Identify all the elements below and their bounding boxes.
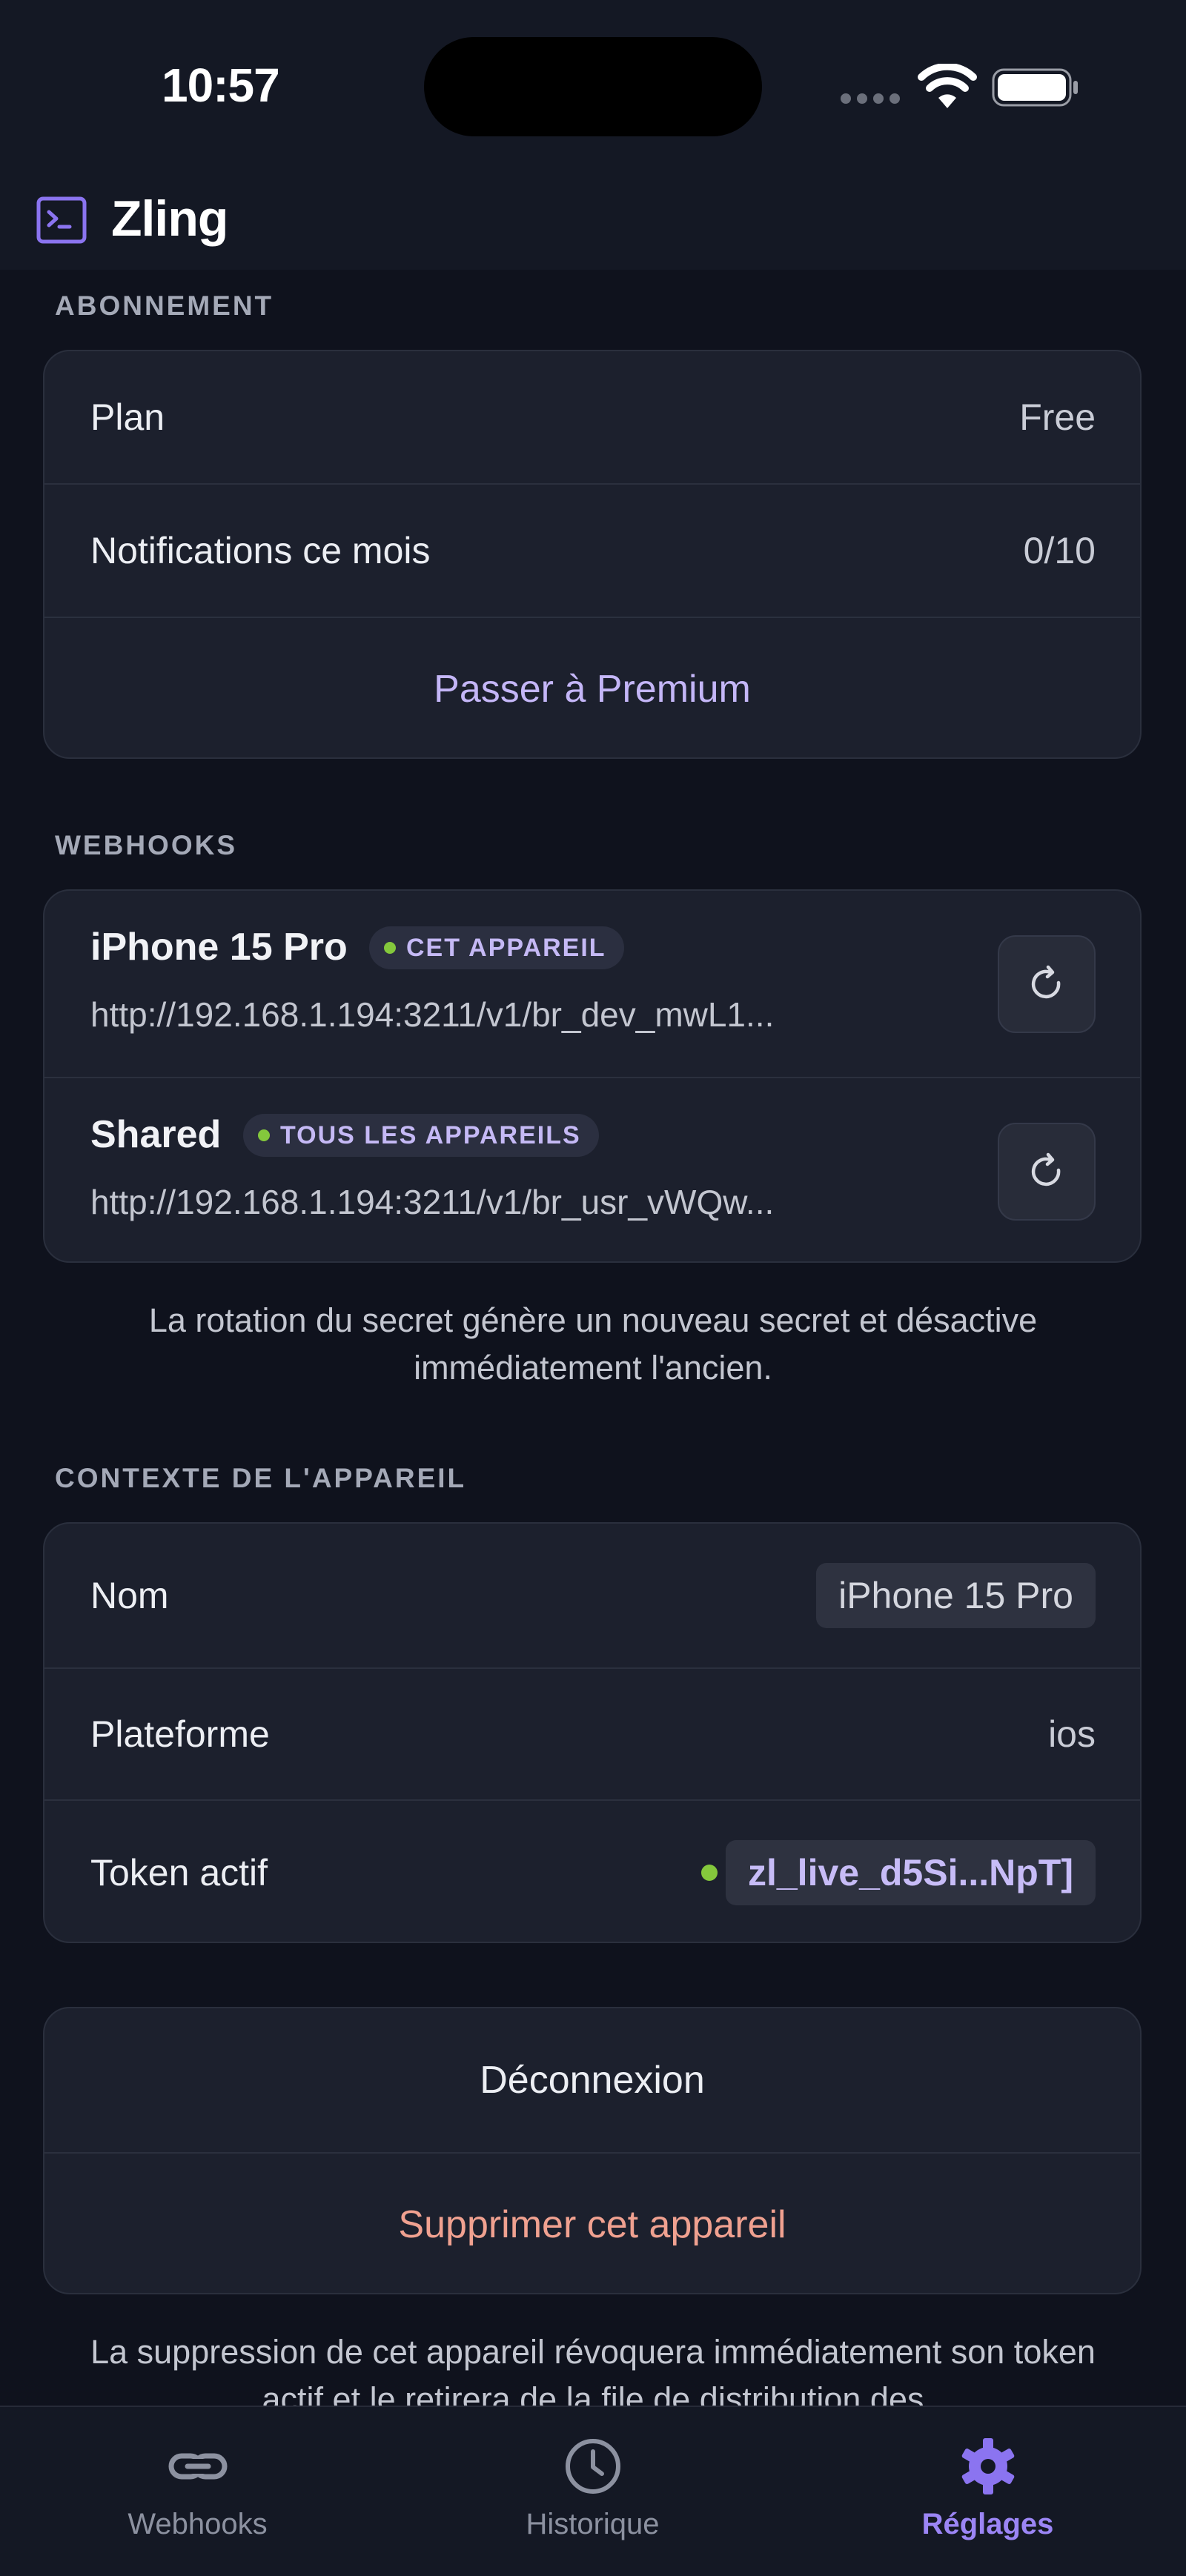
notifications-value: 0/10 bbox=[1023, 530, 1096, 571]
logout-button[interactable]: Déconnexion bbox=[44, 2008, 1140, 2152]
token-status-dot bbox=[701, 1865, 718, 1881]
refresh-icon bbox=[1031, 965, 1061, 999]
plan-row: Plan Free bbox=[44, 351, 1140, 483]
settings-screen: 10:57 Zling ABONNEMENT Plan Free Notific… bbox=[0, 0, 1186, 2576]
cellular-signal-icon bbox=[841, 93, 903, 104]
device-name-field[interactable]: iPhone 15 Pro bbox=[816, 1563, 1096, 1628]
upgrade-premium-label: Passer à Premium bbox=[434, 668, 751, 711]
webhook-url: http://192.168.1.194:3211/v1/br_usr_vWQw… bbox=[90, 1183, 775, 1221]
webhook-row: iPhone 15 Pro CET APPAREIL http://192.16… bbox=[44, 891, 1140, 1077]
device-name-label: Nom bbox=[90, 1575, 169, 1616]
rotate-secret-button[interactable] bbox=[998, 1123, 1096, 1221]
device-context-section-label: CONTEXTE DE L'APPAREIL bbox=[55, 1463, 467, 1493]
subscription-card: Plan Free Notifications ce mois 0/10 Pas… bbox=[43, 350, 1142, 759]
badge-label: TOUS LES APPAREILS bbox=[280, 1121, 581, 1149]
logout-label: Déconnexion bbox=[480, 2059, 705, 2102]
status-dot bbox=[384, 942, 396, 954]
clock-icon bbox=[565, 2439, 620, 2494]
rotate-secret-button[interactable] bbox=[998, 935, 1096, 1033]
webhook-name: Shared bbox=[90, 1113, 222, 1156]
link-icon bbox=[168, 2453, 227, 2480]
tab-label: Historique bbox=[526, 2508, 660, 2540]
tab-label: Webhooks bbox=[127, 2508, 268, 2540]
upgrade-premium-button[interactable]: Passer à Premium bbox=[44, 617, 1140, 757]
plan-label: Plan bbox=[90, 396, 165, 438]
app-header: Zling bbox=[0, 178, 1186, 270]
wifi-icon bbox=[918, 64, 977, 108]
active-token-row: Token actif zl_live_d5Si...NpT] bbox=[44, 1799, 1140, 1942]
platform-row: Plateforme ios bbox=[44, 1667, 1140, 1799]
account-actions-card: Déconnexion Supprimer cet appareil bbox=[43, 2007, 1142, 2294]
webhooks-section-label: WEBHOOKS bbox=[55, 830, 237, 860]
app-title: Zling bbox=[111, 190, 228, 247]
platform-value: ios bbox=[1048, 1713, 1096, 1755]
tab-history[interactable]: Historique bbox=[395, 2407, 790, 2576]
tab-webhooks[interactable]: Webhooks bbox=[0, 2407, 395, 2576]
device-scope-badge: CET APPAREIL bbox=[369, 926, 624, 969]
active-token-value[interactable]: zl_live_d5Si...NpT] bbox=[725, 1840, 1096, 1905]
status-bar: 10:57 bbox=[0, 0, 1186, 178]
terminal-icon bbox=[36, 196, 87, 244]
platform-label: Plateforme bbox=[90, 1713, 270, 1755]
delete-device-label: Supprimer cet appareil bbox=[398, 2203, 786, 2246]
webhook-name: iPhone 15 Pro bbox=[90, 926, 348, 969]
rotation-note: La rotation du secret génère un nouveau … bbox=[148, 1301, 1038, 1387]
active-token-label: Token actif bbox=[90, 1852, 268, 1893]
tab-settings[interactable]: Réglages bbox=[790, 2407, 1185, 2576]
plan-value: Free bbox=[1019, 396, 1096, 438]
webhooks-card: iPhone 15 Pro CET APPAREIL http://192.16… bbox=[43, 889, 1142, 1263]
status-time: 10:57 bbox=[162, 59, 280, 112]
all-devices-badge: TOUS LES APPAREILS bbox=[243, 1114, 599, 1157]
webhook-url: http://192.168.1.194:3211/v1/br_dev_mwL1… bbox=[90, 995, 775, 1034]
device-context-card: Nom iPhone 15 Pro Plateforme ios Token a… bbox=[43, 1522, 1142, 1943]
gear-icon bbox=[961, 2438, 1014, 2494]
battery-icon bbox=[992, 68, 1078, 107]
badge-label: CET APPAREIL bbox=[406, 933, 606, 962]
dynamic-island bbox=[424, 37, 762, 136]
bottom-tab-bar: Webhooks Historique Réglages bbox=[0, 2406, 1186, 2576]
device-name-row: Nom iPhone 15 Pro bbox=[44, 1524, 1140, 1667]
notifications-row: Notifications ce mois 0/10 bbox=[44, 483, 1140, 617]
status-dot bbox=[258, 1129, 270, 1141]
delete-device-button[interactable]: Supprimer cet appareil bbox=[44, 2152, 1140, 2293]
tab-label: Réglages bbox=[921, 2508, 1054, 2540]
subscription-section-label: ABONNEMENT bbox=[55, 291, 274, 321]
refresh-icon bbox=[1031, 1152, 1061, 1186]
webhook-row: Shared TOUS LES APPAREILS http://192.168… bbox=[44, 1077, 1140, 1261]
notifications-label: Notifications ce mois bbox=[90, 530, 431, 571]
